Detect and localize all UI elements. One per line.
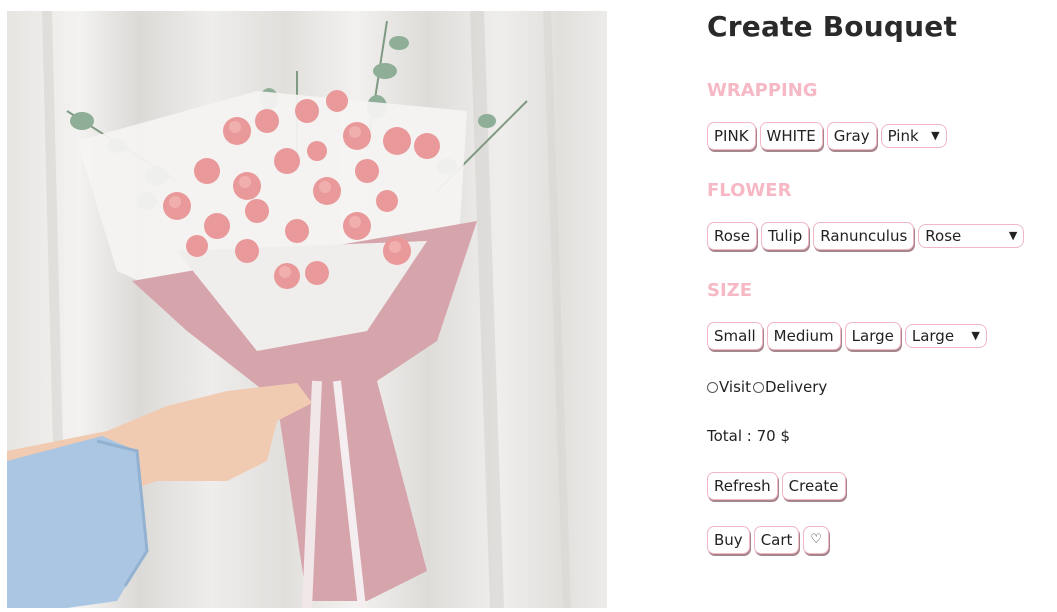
refresh-button[interactable]: Refresh [707, 472, 778, 500]
wrapping-options: PINK WHITE Gray Pink ▼ [707, 122, 947, 150]
flower-select[interactable]: Rose ▼ [918, 224, 1025, 248]
heart-icon: ♡ [810, 532, 823, 547]
favorite-button[interactable]: ♡ [803, 526, 830, 554]
create-button[interactable]: Create [781, 472, 846, 500]
size-small-button[interactable]: Small [707, 322, 763, 350]
create-actions: Refresh Create [707, 472, 846, 500]
wrapping-select-value: Pink [887, 127, 919, 145]
cart-button[interactable]: Cart [753, 526, 800, 554]
flower-options: Rose Tulip Ranunculus Rose ▼ [707, 222, 1025, 250]
wrapping-select[interactable]: Pink ▼ [880, 124, 947, 148]
buy-button[interactable]: Buy [707, 526, 750, 554]
flower-tulip-button[interactable]: Tulip [760, 222, 810, 250]
flower-select-value: Rose [925, 227, 962, 245]
total-price: Total : 70 $ [707, 427, 791, 445]
flower-label: FLOWER [707, 180, 792, 201]
delivery-radio[interactable] [752, 381, 764, 393]
visit-radio[interactable] [707, 381, 718, 393]
size-select[interactable]: Large ▼ [904, 324, 987, 348]
chevron-down-icon: ▼ [1008, 229, 1018, 242]
size-medium-button[interactable]: Medium [766, 322, 841, 350]
wrapping-white-button[interactable]: WHITE [759, 122, 823, 150]
size-select-value: Large [911, 327, 955, 345]
size-label: SIZE [707, 280, 753, 301]
size-options: Small Medium Large Large ▼ [707, 322, 987, 350]
wrapping-gray-button[interactable]: Gray [826, 122, 877, 150]
delivery-radio-group: Visit Delivery [707, 378, 829, 396]
bouquet-photo [7, 11, 607, 608]
flower-ranunculus-button[interactable]: Ranunculus [813, 222, 915, 250]
wrapping-label: WRAPPING [707, 80, 818, 101]
page-title: Create Bouquet [707, 10, 958, 43]
purchase-actions: Buy Cart ♡ [707, 526, 830, 554]
chevron-down-icon: ▼ [971, 329, 980, 342]
visit-radio-label: Visit [719, 378, 751, 396]
wrapping-pink-button[interactable]: PINK [707, 122, 756, 150]
bouquet-panel: Create Bouquet WRAPPING PINK WHITE Gray … [707, 0, 1047, 612]
flower-rose-button[interactable]: Rose [707, 222, 757, 250]
chevron-down-icon: ▼ [931, 129, 940, 142]
size-large-button[interactable]: Large [844, 322, 901, 350]
delivery-radio-label: Delivery [764, 378, 828, 396]
